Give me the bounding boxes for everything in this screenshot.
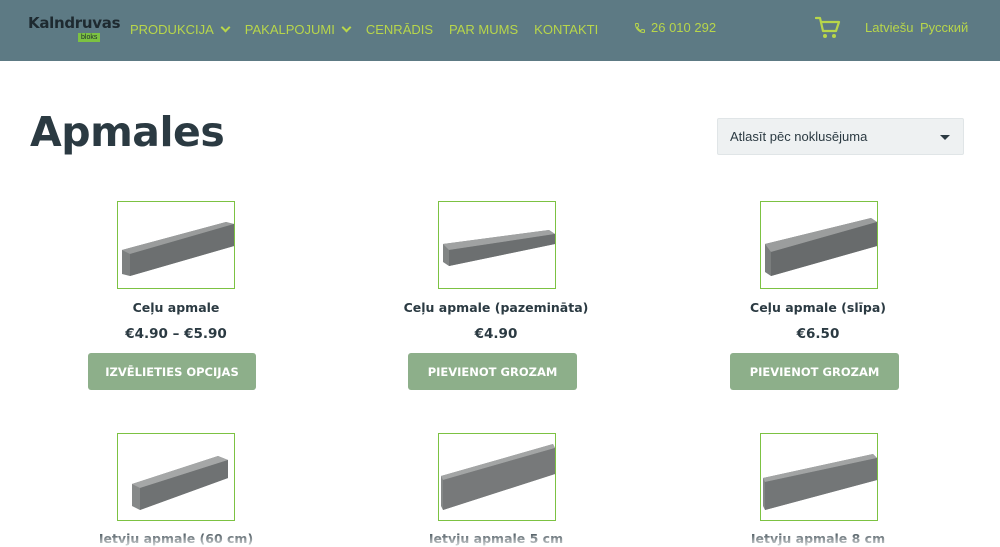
product-price: €6.50: [796, 326, 840, 342]
product-name[interactable]: Ceļu apmale (slīpa): [698, 300, 938, 315]
phone-number: 26 010 292: [651, 20, 717, 35]
logo[interactable]: Kalndruvas bloks: [28, 14, 121, 45]
select-options-button[interactable]: IZVĒLIETIES OPCIJAS: [88, 353, 256, 390]
add-to-cart-button[interactable]: PIEVIENOT GROZAM: [408, 353, 577, 390]
product-name[interactable]: Ceļu apmale (pazemināta): [376, 300, 616, 315]
product-image-celu-apmale-pazeminata[interactable]: [438, 201, 556, 289]
add-to-cart-button[interactable]: PIEVIENOT GROZAM: [730, 353, 899, 390]
chevron-down-icon: [220, 22, 231, 32]
sort-select-value: Atlasīt pēc noklusējuma: [730, 129, 868, 144]
nav-item-pakalpojumi[interactable]: PAKALPOJUMI: [244, 20, 352, 38]
nav-item-produkcija[interactable]: PRODUKCIJA: [130, 20, 231, 38]
page-title: Apmales: [30, 108, 225, 156]
product-image-ietvju-apmale-60cm[interactable]: [117, 433, 235, 521]
product-image-ietvju-apmale-5cm[interactable]: [438, 433, 556, 521]
product-name[interactable]: Ietvju apmale 8 cm: [698, 531, 938, 546]
nav-item-label: PAKALPOJUMI: [244, 21, 335, 37]
product-image-celu-apmale[interactable]: [117, 201, 235, 289]
product-price: €4.90 – €5.90: [125, 326, 227, 342]
nav-item-label: PRODUKCIJA: [130, 21, 214, 37]
sort-select[interactable]: Atlasīt pēc noklusējuma: [717, 118, 964, 155]
phone-icon: [634, 22, 645, 33]
product-name[interactable]: Ietvju apmale 5 cm: [376, 531, 616, 546]
site-header: Kalndruvas bloks PRODUKCIJA PAKALPOJUMI …: [0, 0, 1000, 61]
language-latviesu[interactable]: Latviešu: [865, 20, 913, 35]
product-price: €4.90: [474, 326, 518, 342]
nav-item-cenradis[interactable]: CENRĀDIS: [366, 20, 433, 38]
chevron-down-icon: [341, 22, 352, 32]
product-image-celu-apmale-slipa[interactable]: [760, 201, 878, 289]
main-nav: PRODUKCIJA PAKALPOJUMI CENRĀDIS PAR MUMS…: [130, 20, 614, 38]
nav-item-label: CENRĀDIS: [365, 21, 434, 37]
phone-link[interactable]: 26 010 292: [634, 20, 716, 35]
language-russian[interactable]: Русский: [920, 20, 968, 35]
nav-item-kontakti[interactable]: KONTAKTI: [534, 20, 598, 38]
nav-item-label: PAR MUMS: [449, 21, 519, 37]
nav-item-label: KONTAKTI: [534, 21, 599, 37]
caret-down-icon: [940, 135, 950, 140]
nav-item-par-mums[interactable]: PAR MUMS: [449, 20, 518, 38]
logo-text: Kalndruvas: [28, 14, 121, 32]
cart-icon[interactable]: [814, 16, 841, 40]
product-name[interactable]: Ietvju apmale (60 cm): [56, 531, 296, 546]
product-name[interactable]: Ceļu apmale: [56, 300, 296, 315]
logo-subtitle: bloks: [78, 33, 101, 42]
product-image-ietvju-apmale-8cm[interactable]: [760, 433, 878, 521]
